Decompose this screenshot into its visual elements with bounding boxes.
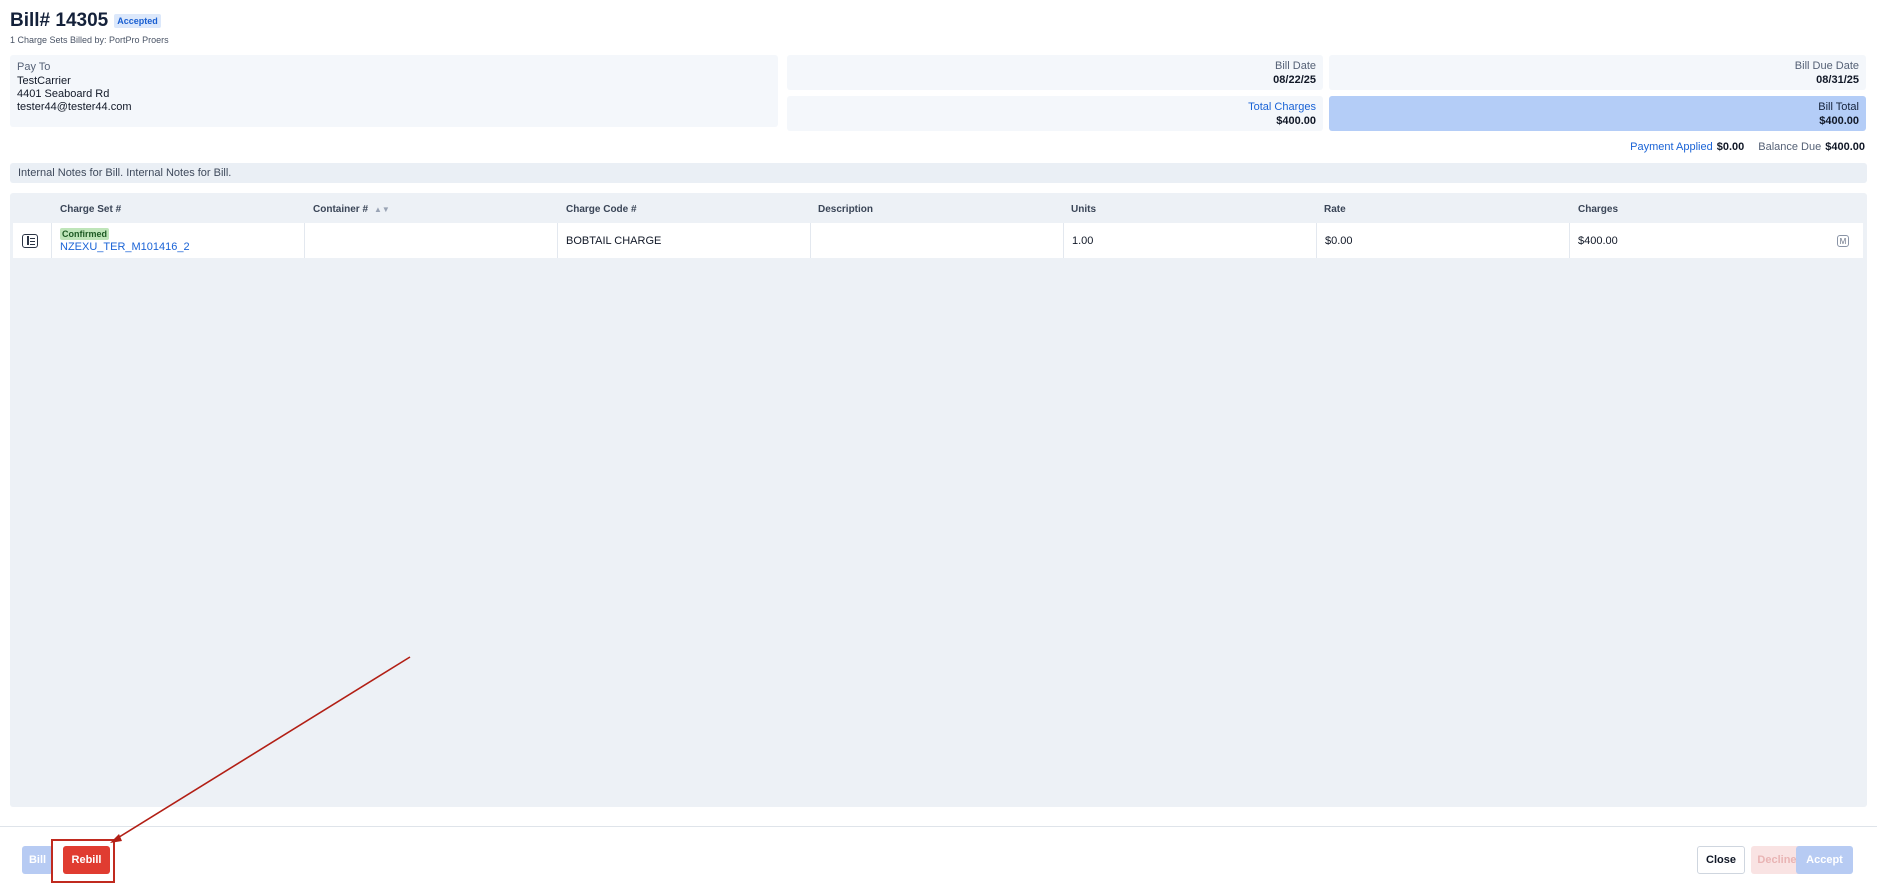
payment-applied-label: Payment Applied — [1630, 141, 1713, 153]
sort-icon[interactable]: ▲▼ — [374, 205, 390, 214]
charge-code-value: BOBTAIL CHARGE — [566, 234, 662, 247]
units-cell: 1.00 — [1064, 223, 1317, 258]
rate-value: $0.00 — [1325, 234, 1353, 247]
charges-table: Charge Set # Container # ▲▼ Charge Code #… — [10, 193, 1867, 807]
bill-total-card: Bill Total $400.00 — [1329, 96, 1866, 131]
page-title: Bill# 14305 — [10, 10, 109, 31]
payment-applied-value: $0.00 — [1716, 141, 1745, 153]
pay-to-email: tester44@tester44.com — [17, 101, 132, 113]
bill-due-date-value: 08/31/25 — [1816, 74, 1859, 86]
bill-due-date-card: Bill Due Date 08/31/25 — [1329, 55, 1866, 90]
pay-to-label: Pay To — [17, 61, 51, 73]
bill-total-label: Bill Total — [1818, 101, 1859, 113]
charge-code-cell: BOBTAIL CHARGE — [558, 223, 811, 258]
status-badge: Accepted — [114, 14, 161, 28]
table-row[interactable]: Confirmed NZEXU_TER_M101416_2 BOBTAIL CH… — [13, 223, 1863, 258]
bill-header: Bill# 14305 Accepted 1 Charge Sets Bille… — [10, 10, 169, 45]
rebill-highlight-box — [51, 839, 115, 883]
total-charges-card: Total Charges $400.00 — [787, 96, 1323, 131]
col-charges: Charges — [1578, 204, 1619, 215]
col-units: Units — [1071, 204, 1096, 215]
col-container-label: Container # — [313, 204, 369, 215]
confirmed-badge: Confirmed — [60, 228, 109, 240]
col-rate: Rate — [1324, 204, 1346, 215]
col-description: Description — [818, 204, 874, 215]
bill-date-value: 08/22/25 — [1273, 74, 1316, 86]
col-charge-set: Charge Set # — [60, 204, 122, 215]
total-charges-label: Total Charges — [1248, 101, 1316, 113]
internal-notes: Internal Notes for Bill. Internal Notes … — [10, 163, 1867, 183]
charge-set-link[interactable]: NZEXU_TER_M101416_2 — [60, 241, 190, 253]
close-button[interactable]: Close — [1697, 846, 1745, 874]
col-container[interactable]: Container # ▲▼ — [313, 204, 390, 215]
description-cell — [811, 223, 1064, 258]
title-row: Bill# 14305 Accepted — [10, 10, 169, 32]
payment-applied: Payment Applied $0.00 — [1630, 141, 1744, 153]
pay-to-name: TestCarrier — [17, 75, 71, 87]
rate-cell: $0.00 — [1317, 223, 1570, 258]
charges-cell: $400.00 M — [1570, 223, 1863, 258]
m-icon[interactable]: M — [1837, 235, 1849, 247]
container-cell — [305, 223, 558, 258]
pay-to-address: 4401 Seaboard Rd — [17, 88, 110, 100]
bill-subtitle: 1 Charge Sets Billed by: PortPro Proers — [10, 35, 169, 45]
balance-due-value: $400.00 — [1825, 141, 1865, 153]
bill-due-date-label: Bill Due Date — [1794, 60, 1859, 72]
bill-total-value: $400.00 — [1819, 115, 1859, 127]
balance-due-label: Balance Due — [1758, 141, 1822, 153]
pay-to-panel: Pay To TestCarrier 4401 Seaboard Rd test… — [10, 55, 778, 127]
bill-button[interactable]: Bill — [22, 846, 53, 874]
charge-set-cell: Confirmed NZEXU_TER_M101416_2 — [52, 223, 305, 258]
bill-date-card: Bill Date 08/22/25 — [787, 55, 1323, 90]
row-icon-cell[interactable] — [13, 223, 52, 258]
units-value: 1.00 — [1072, 234, 1094, 247]
balance-due: Balance Due $400.00 — [1758, 141, 1865, 153]
table-header: Charge Set # Container # ▲▼ Charge Code #… — [10, 193, 1867, 223]
accept-button[interactable]: Accept — [1796, 846, 1853, 874]
total-charges-value: $400.00 — [1276, 115, 1316, 127]
bill-date-label: Bill Date — [1275, 60, 1316, 72]
footer-bar: Bill Rebill Close Decline Accept — [0, 826, 1877, 889]
payment-summary: Payment Applied $0.00 Balance Due $400.00 — [1630, 141, 1865, 153]
document-list-icon[interactable] — [22, 233, 38, 248]
charges-value: $400.00 — [1578, 234, 1618, 247]
col-charge-code: Charge Code # — [566, 204, 637, 215]
